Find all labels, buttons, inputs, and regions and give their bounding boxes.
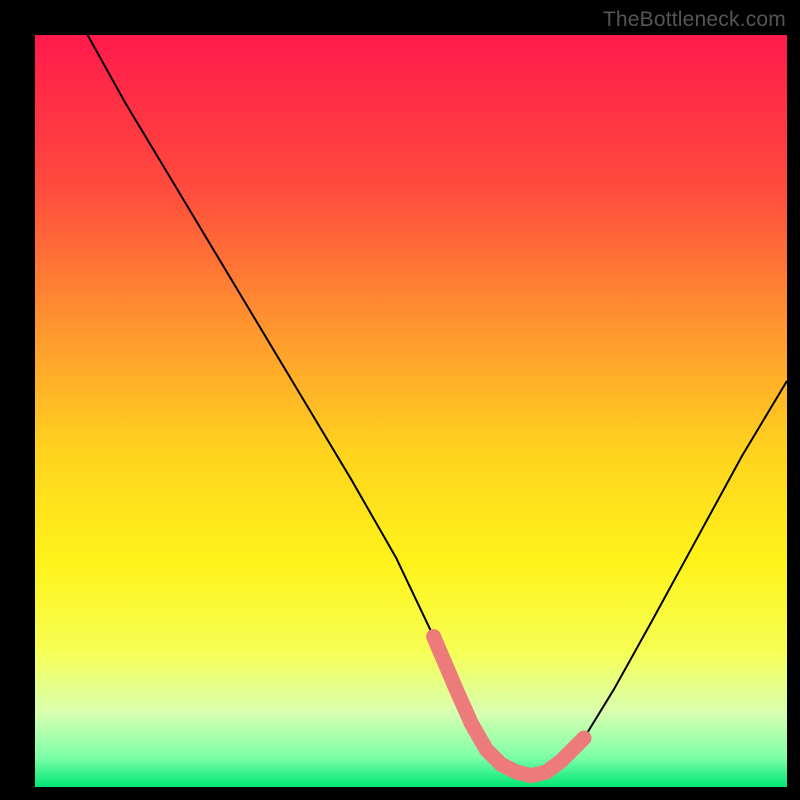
bottleneck-chart: TheBottleneck.com: [0, 0, 800, 800]
watermark-label: TheBottleneck.com: [603, 8, 786, 32]
chart-svg: [0, 0, 800, 800]
plot-background: [35, 35, 787, 787]
